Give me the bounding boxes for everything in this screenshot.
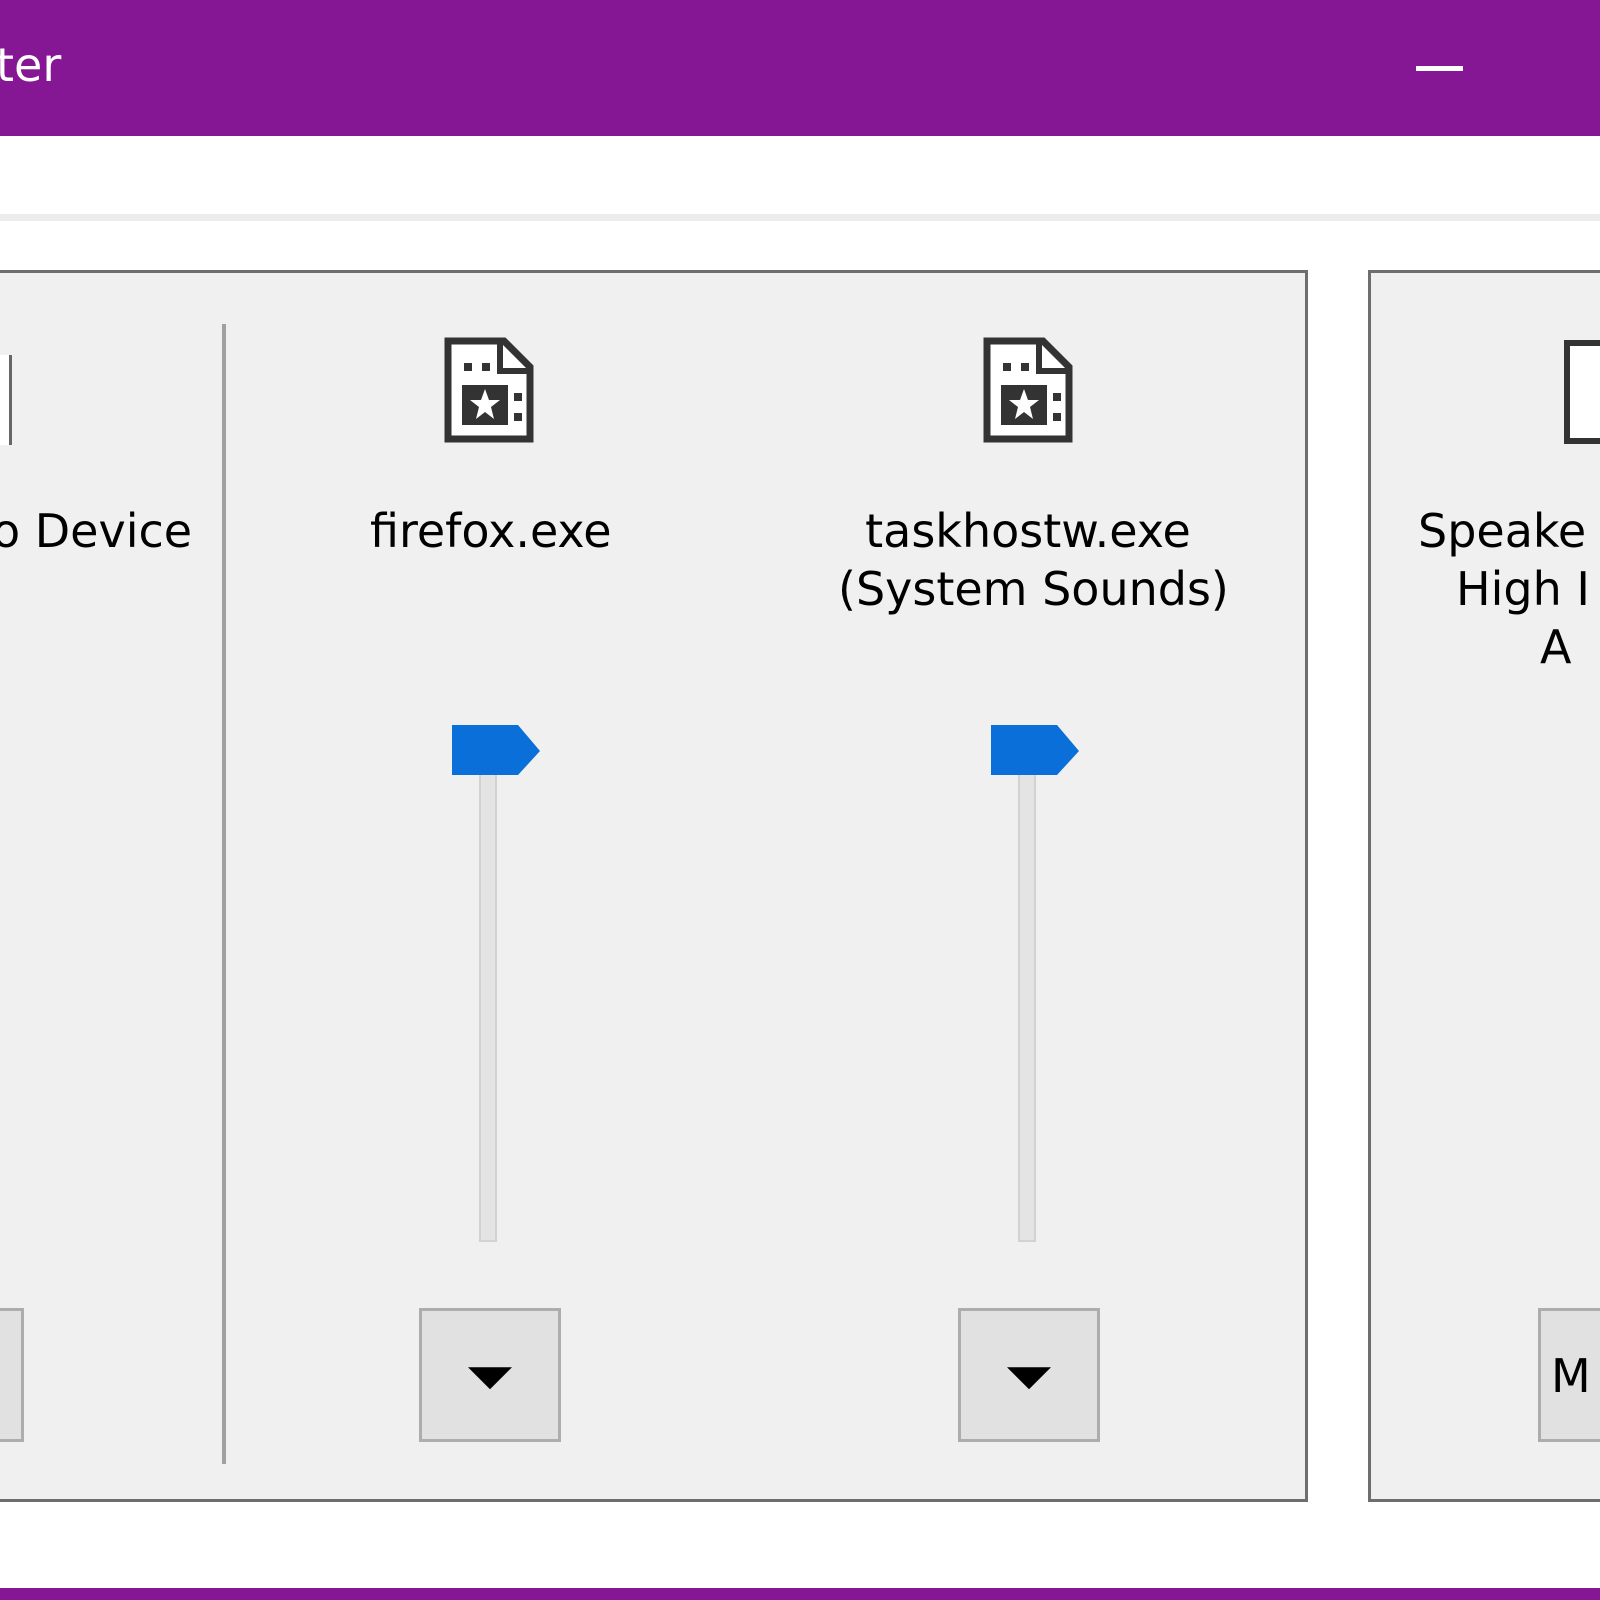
device-label: o Device [0,504,193,558]
device-name-line3: A [1540,620,1572,674]
minimize-icon [1416,66,1463,71]
title-bar: ter [0,0,1600,136]
device-name-line2: High I [1456,562,1590,616]
device-icon [0,355,12,445]
applications-group [0,270,1308,1502]
window-border [0,1588,1600,1600]
dropdown-button[interactable] [0,1308,24,1442]
caret-down-icon [1007,1367,1051,1390]
app-menu-button[interactable] [419,1308,561,1442]
app-name-taskhostw: taskhostw.exe [865,504,1191,558]
app-menu-button[interactable] [958,1308,1100,1442]
volume-slider-thumb[interactable] [452,725,542,777]
divider [0,214,1600,221]
volume-slider-thumb[interactable] [991,725,1081,777]
volume-slider-track[interactable] [479,770,497,1242]
device-button[interactable]: M [1538,1308,1600,1442]
volume-slider-track[interactable] [1018,770,1036,1242]
app-name-system-sounds: (System Sounds) [838,562,1229,616]
app-name-firefox: firefox.exe [370,504,612,558]
menu-strip [0,136,1600,216]
app-document-icon [977,335,1077,447]
caret-down-icon [468,1367,512,1390]
speaker-icon [1564,340,1600,444]
device-name-line1: Speake [1418,504,1587,558]
column-divider [222,324,226,1464]
device-button-label: M [1551,1349,1591,1403]
window-title: ter [0,38,62,92]
minimize-button[interactable] [1400,30,1480,106]
app-document-icon [438,335,538,447]
